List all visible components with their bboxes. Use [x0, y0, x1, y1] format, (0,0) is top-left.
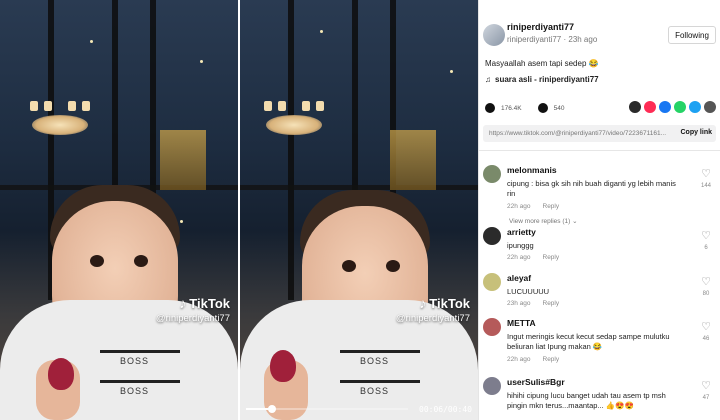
details-panel: riniperdiyanti77 riniperdiyanti77 · 23h …: [478, 0, 720, 420]
following-button[interactable]: Following: [668, 26, 716, 44]
tiktok-note-icon: ♪: [179, 295, 187, 311]
like-count: 176.4K: [501, 104, 522, 112]
comment-icon[interactable]: [537, 103, 548, 113]
comment-text: hihihi cipung lucu banget udah tau asem …: [507, 391, 666, 411]
chandelier: [258, 95, 330, 139]
commenter-name[interactable]: userSulis#Bgr: [507, 377, 565, 387]
shirt-print: BOSS: [360, 386, 390, 396]
progress-knob[interactable]: [267, 405, 276, 413]
chandelier: [24, 95, 96, 139]
city-building: [390, 130, 436, 190]
comment-meta: 22h ago Reply: [507, 356, 559, 363]
comment-like-icon[interactable]: ♡: [700, 169, 712, 180]
tiktok-label: TikTok: [429, 295, 470, 311]
author-subline: riniperdiyanti77 · 23h ago: [507, 35, 598, 44]
fruit: [48, 358, 74, 390]
screen: BOSS BOSS ♪ TikTok @riniperdiyanti77 BOS…: [0, 0, 720, 420]
video-caption: Masyaallah asem tapi sedep 😂: [485, 59, 599, 68]
commenter-avatar[interactable]: [483, 273, 501, 291]
video-link: https://www.tiktok.com/@riniperdiyanti77…: [489, 130, 667, 137]
commenter-name[interactable]: arrietty: [507, 227, 536, 237]
comment-text: LUCUUUUU: [507, 287, 550, 296]
shirt-print: BOSS: [360, 356, 390, 366]
comment-like-count: 144: [700, 183, 711, 189]
tiktok-label: TikTok: [189, 295, 230, 311]
commenter-name[interactable]: METTA: [507, 318, 536, 328]
share-icon[interactable]: [704, 101, 716, 113]
author-avatar[interactable]: [483, 24, 505, 46]
comment-text: ipunggg: [507, 241, 534, 250]
view-more-replies[interactable]: View more replies (1) ⌄: [509, 217, 578, 225]
comment-like-count: 80: [702, 291, 710, 297]
author-header: riniperdiyanti77 riniperdiyanti77 · 23h …: [479, 0, 720, 52]
music-note-icon: ♫: [485, 75, 491, 84]
embed-icon[interactable]: [629, 101, 641, 113]
pinterest-icon[interactable]: [644, 101, 656, 113]
comment-like-icon[interactable]: ♡: [700, 277, 712, 288]
commenter-avatar[interactable]: [483, 377, 501, 395]
author-username[interactable]: riniperdiyanti77: [507, 22, 574, 32]
comment-like-icon[interactable]: ♡: [700, 381, 712, 392]
commenter-avatar[interactable]: [483, 318, 501, 336]
copy-link-button[interactable]: Copy link: [680, 129, 712, 136]
video-time: 00:06/00:40: [419, 405, 472, 414]
comment-text: cipung : bisa gk sih nih buah diganti yg…: [507, 179, 676, 199]
video-frame-2[interactable]: BOSS BOSS ♪ TikTok @riniperdiyanti77 00:0…: [240, 0, 478, 420]
comment-text: Ingut meringis kecut kecut sedap sampe m…: [507, 332, 670, 352]
engagement-stats: 176.4K 540: [485, 103, 564, 113]
reply-link[interactable]: Reply: [543, 300, 560, 307]
tiktok-handle: @riniperdiyanti77: [395, 313, 470, 324]
heart-icon[interactable]: [485, 103, 495, 113]
comment-count: 540: [553, 104, 565, 112]
music-row[interactable]: ♫ suara asli - riniperdiyanti77: [485, 75, 599, 84]
fruit: [270, 350, 296, 382]
commenter-avatar[interactable]: [483, 227, 501, 245]
tiktok-logo: ♪ TikTok: [419, 295, 470, 311]
comment-meta: 23h ago Reply: [507, 300, 559, 307]
city-building: [160, 130, 206, 190]
comment-like-count: 6: [704, 245, 708, 251]
reply-link[interactable]: Reply: [543, 254, 560, 261]
comment-age: 22h ago: [507, 203, 531, 210]
video-frame-1[interactable]: BOSS BOSS ♪ TikTok @riniperdiyanti77: [0, 0, 238, 420]
reply-link[interactable]: Reply: [543, 356, 560, 363]
comment-age: 22h ago: [507, 356, 531, 363]
video-link-box[interactable]: https://www.tiktok.com/@riniperdiyanti77…: [483, 125, 716, 142]
comment-age: 22h ago: [507, 254, 531, 261]
comment-meta: 22h ago Reply: [507, 203, 559, 210]
twitter-icon[interactable]: [689, 101, 701, 113]
tiktok-note-icon: ♪: [419, 295, 427, 311]
comment-like-count: 46: [702, 336, 710, 342]
tiktok-logo: ♪ TikTok: [179, 295, 230, 311]
comment-meta: 22h ago Reply: [507, 254, 559, 261]
divider: [479, 150, 720, 151]
video-progress-bar[interactable]: [246, 405, 408, 413]
shirt-print: BOSS: [120, 386, 150, 396]
commenter-name[interactable]: aleyaf: [507, 273, 531, 283]
whatsapp-icon[interactable]: [674, 101, 686, 113]
commenter-avatar[interactable]: [483, 165, 501, 183]
comment-like-count: 47: [702, 395, 710, 401]
commenter-name[interactable]: melonmanis: [507, 165, 557, 175]
comment-like-icon[interactable]: ♡: [700, 231, 712, 242]
comment-age: 23h ago: [507, 300, 531, 307]
facebook-icon[interactable]: [659, 101, 671, 113]
tiktok-handle: @riniperdiyanti77: [155, 313, 230, 324]
comment-like-icon[interactable]: ♡: [700, 322, 712, 333]
reply-link[interactable]: Reply: [543, 203, 560, 210]
share-buttons: [629, 101, 716, 113]
shirt-print: BOSS: [120, 356, 150, 366]
music-title: suara asli - riniperdiyanti77: [495, 75, 599, 84]
